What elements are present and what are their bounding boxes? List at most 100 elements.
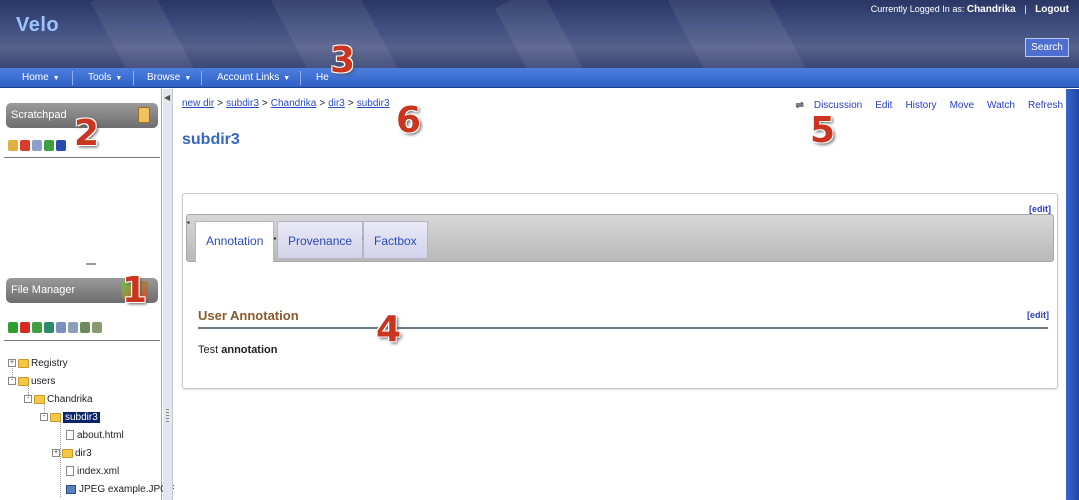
flag-icon[interactable] bbox=[20, 139, 30, 151]
edit-link[interactable]: [edit] bbox=[1029, 204, 1051, 214]
nav-home[interactable]: Home ▼ bbox=[22, 68, 60, 88]
scratchpad-toolbar bbox=[8, 138, 66, 152]
banner-decoration bbox=[90, 0, 210, 68]
separator: | bbox=[1024, 4, 1027, 14]
collapse-icon[interactable]: - bbox=[40, 413, 48, 422]
folder-icon bbox=[18, 358, 29, 368]
breadcrumb-link[interactable]: subdir3 bbox=[357, 98, 390, 109]
back-icon[interactable] bbox=[32, 139, 42, 151]
folder-icon bbox=[34, 394, 45, 404]
expand-icon[interactable]: + bbox=[52, 449, 60, 458]
breadcrumb-link[interactable]: Chandrika bbox=[271, 98, 317, 109]
nav-help[interactable]: He bbox=[316, 68, 329, 88]
tab-provenance[interactable]: Provenance▪ bbox=[277, 221, 365, 259]
callout-number: 1 bbox=[122, 270, 148, 311]
banner-decoration bbox=[667, 0, 823, 68]
collapse-icon[interactable]: - bbox=[24, 395, 32, 404]
image-file-icon bbox=[66, 484, 76, 494]
nav-tools[interactable]: Tools ▼ bbox=[88, 68, 122, 88]
callout-number: 3 bbox=[330, 40, 356, 81]
breadcrumb: new dir > subdir3 > Chandrika > dir3 > subdir3 bbox=[182, 98, 390, 109]
tree-node[interactable]: index.xml bbox=[66, 465, 119, 479]
callout-number: 5 bbox=[810, 110, 836, 151]
clipboard-icon[interactable] bbox=[138, 107, 150, 123]
nav-separator bbox=[133, 71, 134, 85]
nav-separator bbox=[300, 71, 301, 85]
forward-icon[interactable] bbox=[44, 139, 54, 151]
annotation-text: Test annotation bbox=[198, 344, 278, 356]
username[interactable]: Chandrika bbox=[967, 4, 1016, 15]
callout-number: 6 bbox=[396, 100, 422, 141]
tree-node[interactable]: JPEG example.JPG R bbox=[66, 483, 178, 497]
move-icon[interactable] bbox=[44, 321, 54, 333]
right-scroll-edge bbox=[1066, 89, 1079, 500]
logged-in-label: Currently Logged In as: bbox=[870, 4, 965, 14]
edit-link[interactable]: Edit bbox=[875, 100, 892, 111]
chevron-down-icon: ▼ bbox=[115, 75, 123, 82]
file-icon bbox=[66, 466, 74, 477]
chevron-down-icon: ▼ bbox=[283, 75, 291, 82]
divider bbox=[4, 340, 160, 341]
file-icon bbox=[66, 430, 74, 441]
user-bar: Currently Logged In as: Chandrika | Logo… bbox=[871, 4, 1069, 15]
move-link[interactable]: Move bbox=[950, 100, 974, 111]
breadcrumb-link[interactable]: dir3 bbox=[328, 98, 345, 109]
chevron-down-icon: ▼ bbox=[52, 75, 60, 82]
logout-link[interactable]: Logout bbox=[1035, 4, 1069, 15]
folder-icon bbox=[50, 412, 61, 422]
delete-icon[interactable] bbox=[20, 321, 30, 333]
refresh-icon[interactable] bbox=[80, 321, 90, 333]
history-link[interactable]: History bbox=[905, 100, 936, 111]
tab-bar: ▪ Annotation▪ Provenance▪ Factbox bbox=[186, 214, 1054, 262]
collapse-arrow-icon[interactable]: ◀ bbox=[164, 93, 170, 102]
tree-node[interactable]: - users bbox=[8, 375, 55, 389]
tree-node[interactable]: - Chandrika bbox=[24, 393, 93, 407]
tree-node[interactable]: + Registry bbox=[8, 357, 68, 371]
content-box: [edit] ▪ Annotation▪ Provenance▪ Factbox… bbox=[182, 193, 1058, 389]
tab-marker: ▪ bbox=[187, 218, 190, 227]
app-logo[interactable]: Velo bbox=[16, 14, 59, 37]
folder-icon bbox=[18, 376, 29, 386]
nav-browse[interactable]: Browse ▼ bbox=[147, 68, 191, 88]
divider bbox=[198, 327, 1048, 329]
tree-node[interactable]: about.html bbox=[66, 429, 124, 443]
edit-icon[interactable] bbox=[56, 321, 66, 333]
watch-link[interactable]: Watch bbox=[987, 100, 1015, 111]
expand-icon[interactable]: + bbox=[8, 359, 16, 368]
chevron-down-icon: ▼ bbox=[184, 75, 192, 82]
search-button[interactable]: Search bbox=[1025, 38, 1069, 57]
nav-separator bbox=[72, 71, 73, 85]
scratchpad-title: Scratchpad bbox=[11, 109, 67, 121]
collapse-icon[interactable]: - bbox=[8, 377, 16, 386]
callout-number: 2 bbox=[74, 113, 100, 154]
tree-node[interactable]: + dir3 bbox=[52, 447, 92, 461]
add-icon[interactable] bbox=[8, 321, 18, 333]
tab-marker: ▪ bbox=[273, 234, 277, 243]
header-banner: Velo Currently Logged In as: Chandrika |… bbox=[0, 0, 1079, 68]
divider bbox=[4, 157, 160, 158]
resize-grip[interactable] bbox=[86, 263, 96, 265]
refresh-link[interactable]: Refresh bbox=[1028, 100, 1063, 111]
tab-factbox[interactable]: Factbox bbox=[363, 221, 428, 259]
tree-node-selected[interactable]: - subdir3 bbox=[40, 411, 100, 425]
panel-splitter[interactable]: ◀ bbox=[163, 89, 173, 500]
breadcrumb-link[interactable]: new dir bbox=[182, 98, 214, 109]
page-actions: ⇌ Discussion Edit History Move Watch Ref… bbox=[795, 100, 1066, 111]
main-nav: Home ▼ Tools ▼ Browse ▼ Account Links ▼ He bbox=[0, 68, 1079, 88]
file-manager-title: File Manager bbox=[11, 284, 76, 296]
nav-account-links[interactable]: Account Links ▼ bbox=[217, 68, 290, 88]
copy-icon[interactable] bbox=[68, 321, 78, 333]
breadcrumb-link[interactable]: subdir3 bbox=[226, 98, 259, 109]
file-manager-toolbar bbox=[8, 320, 102, 334]
more-icon[interactable]: ⇌ bbox=[795, 100, 803, 111]
main-content: new dir > subdir3 > Chandrika > dir3 > subdir3 s… bbox=[174, 89, 1066, 500]
tab-annotation[interactable]: Annotation ▪ bbox=[195, 221, 277, 262]
nav-separator bbox=[201, 71, 202, 85]
save-icon[interactable] bbox=[56, 139, 66, 151]
annotation-edit-link[interactable]: [edit] bbox=[1027, 310, 1049, 320]
download-icon[interactable] bbox=[92, 321, 102, 333]
open-icon[interactable] bbox=[8, 139, 18, 151]
splitter-grip[interactable] bbox=[166, 409, 169, 423]
upload-icon[interactable] bbox=[32, 321, 42, 333]
page-title: subdir3 bbox=[182, 131, 240, 148]
